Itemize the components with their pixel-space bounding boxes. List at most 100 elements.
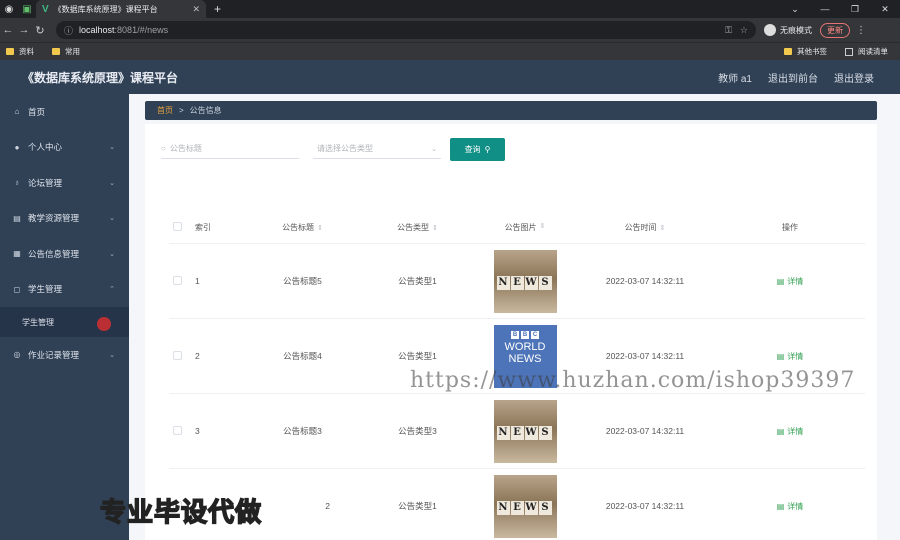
sidebar-item-resources[interactable]: ▤ 教学资源管理 ⌄	[0, 201, 129, 237]
folder-icon	[52, 48, 60, 55]
incognito-indicator[interactable]: 无痕模式	[764, 24, 812, 36]
cell-type: 公告类型1	[398, 276, 437, 286]
pinned-tab-globe-icon[interactable]: ◉	[0, 0, 18, 18]
breadcrumb-current: 公告信息	[189, 106, 222, 115]
folder-icon	[784, 48, 792, 55]
window-controls: ⌄ — ❐ ✕	[780, 4, 900, 15]
url-watermark: https://www.huzhan.com/ishop39397	[410, 368, 856, 393]
sort-icon[interactable]: ⇕	[432, 225, 438, 232]
detail-button[interactable]: ▤ 详情	[777, 277, 804, 286]
sidebar-item-label: 教学资源管理	[28, 213, 80, 224]
bookmark-other[interactable]: 其他书签	[784, 46, 827, 57]
sidebar-item-homework[interactable]: ◎ 作业记录管理 ⌄	[0, 337, 129, 373]
detail-icon: ▤	[776, 426, 785, 436]
briefcase-icon: ▤	[13, 213, 21, 223]
reading-list[interactable]: 阅读清单	[845, 46, 888, 57]
chevron-down-icon: ⌄	[431, 145, 437, 153]
title-search-placeholder: 公告标题	[169, 144, 202, 153]
breadcrumb: 首页 > 公告信息	[145, 101, 877, 120]
sidebar: ⌂ 首页 ● 个人中心 ⌄ ♁ 论坛管理 ⌄ ▤ 教学资源管理 ⌄ ▦ 公告信息…	[0, 94, 129, 540]
address-toolbar: ← → ↻ ⓘ localhost:8081/#/news ⚿ ☆ 无痕模式 更…	[0, 18, 900, 42]
sort-icon[interactable]: ⇕	[540, 222, 546, 233]
row-checkbox[interactable]	[173, 425, 182, 435]
tab-close-icon[interactable]: ✕	[192, 4, 200, 15]
update-button[interactable]: 更新	[820, 22, 850, 38]
cell-index: 2	[195, 351, 200, 361]
row-checkbox[interactable]	[173, 275, 182, 285]
back-icon[interactable]: ←	[0, 24, 16, 36]
breadcrumb-home[interactable]: 首页	[157, 105, 173, 116]
window-close-icon[interactable]: ✕	[870, 4, 900, 15]
reading-list-label: 阅读清单	[858, 47, 888, 56]
reading-list-icon	[845, 47, 853, 56]
mouse-cursor-highlight	[97, 317, 111, 331]
sidebar-item-students[interactable]: ◻ 学生管理 ⌃	[0, 272, 129, 308]
minimize-icon[interactable]: —	[810, 4, 840, 15]
logout-link[interactable]: 退出登录	[834, 70, 874, 85]
cell-time: 2022-03-07 14:32:11	[605, 426, 685, 436]
news-image: NEWS	[493, 474, 557, 538]
crop-icon: ◻	[13, 284, 21, 294]
maximize-icon[interactable]: ❐	[840, 4, 870, 15]
news-image: NEWS	[493, 399, 557, 463]
table-row: 1 公告标题5 公告类型1 NEWS 2022-03-07 14:32:11 ▤…	[169, 244, 865, 319]
reload-icon[interactable]: ↻	[32, 24, 48, 37]
title-search-input[interactable]: ○ 公告标题	[161, 139, 299, 159]
bookmark-folder-common[interactable]: 常用	[52, 46, 80, 57]
app-title: 《数据库系统原理》课程平台	[22, 70, 179, 85]
browser-menu-icon[interactable]: ⋮	[856, 25, 866, 36]
sidebar-item-label: 首页	[28, 106, 46, 117]
row-checkbox[interactable]	[173, 350, 182, 360]
search-icon: ○	[161, 144, 166, 153]
url-input[interactable]: ⓘ localhost:8081/#/news ⚿ ☆	[56, 21, 756, 39]
current-user: 教师 a1	[718, 73, 752, 85]
user-icon: ●	[14, 142, 20, 152]
header-title[interactable]: 公告标题 ⇕	[245, 222, 360, 233]
cell-time: 2022-03-07 14:32:11	[605, 501, 685, 511]
search-button[interactable]: 查询 ⚲	[450, 138, 505, 161]
header-index: 索引	[195, 223, 211, 232]
header-time[interactable]: 公告时间 ⇕	[575, 222, 715, 233]
table-row: 2 公告类型1 NEWS 2022-03-07 14:32:11 ▤ 详情	[169, 469, 865, 540]
sidebar-item-label: 公告信息管理	[28, 248, 80, 259]
detail-button[interactable]: ▤ 详情	[777, 352, 804, 361]
site-info-icon[interactable]: ⓘ	[64, 24, 73, 37]
sidebar-item-profile[interactable]: ● 个人中心 ⌄	[0, 130, 129, 166]
select-all-checkbox[interactable]	[173, 222, 182, 231]
breadcrumb-separator: >	[179, 106, 184, 115]
sidebar-subitem-student-management[interactable]: 学生管理	[0, 307, 129, 337]
bookmark-label: 资料	[19, 47, 34, 56]
sidebar-item-forum[interactable]: ♁ 论坛管理 ⌄	[0, 165, 129, 201]
header-action: 操作	[782, 223, 798, 232]
pinned-tab-doc-icon[interactable]: ▣	[18, 0, 36, 18]
new-tab-icon[interactable]: +	[214, 2, 221, 16]
chevron-down-icon: ⌄	[109, 144, 115, 152]
sidebar-item-notices[interactable]: ▦ 公告信息管理 ⌄	[0, 236, 129, 272]
grid-icon: ▦	[13, 249, 21, 259]
type-select[interactable]: 请选择公告类型 ⌄	[313, 139, 441, 159]
cell-title: 公告标题3	[283, 426, 322, 436]
sidebar-item-home[interactable]: ⌂ 首页	[0, 94, 129, 130]
chevron-down-icon: ⌄	[109, 351, 115, 359]
chevron-down-icon: ⌄	[109, 250, 115, 258]
header-image[interactable]: 公告图片 ⇕	[475, 222, 575, 233]
bookmark-folder-materials[interactable]: 资料	[6, 46, 34, 57]
sidebar-item-label: 个人中心	[28, 142, 63, 153]
detail-button[interactable]: ▤ 详情	[777, 502, 804, 511]
cell-time: 2022-03-07 14:32:11	[605, 276, 685, 286]
forward-icon[interactable]: →	[16, 24, 32, 36]
detail-icon: ▤	[776, 276, 785, 286]
header-type[interactable]: 公告类型 ⇕	[360, 222, 475, 233]
key-icon[interactable]: ⚿	[725, 25, 732, 36]
search-button-label: 查询	[464, 145, 481, 154]
detail-button[interactable]: ▤ 详情	[777, 427, 804, 436]
bookmark-star-icon[interactable]: ☆	[740, 25, 748, 36]
sidebar-item-label: 论坛管理	[28, 177, 63, 188]
detail-icon: ▤	[776, 351, 785, 361]
back-to-front-link[interactable]: 退出到前台	[768, 70, 818, 85]
cell-index: 3	[195, 426, 200, 436]
sort-icon[interactable]: ⇕	[660, 225, 666, 232]
active-tab[interactable]: V 《数据库系统原理》课程平台 ✕	[36, 0, 206, 18]
tab-search-icon[interactable]: ⌄	[780, 4, 810, 15]
sort-icon[interactable]: ⇕	[317, 225, 323, 232]
